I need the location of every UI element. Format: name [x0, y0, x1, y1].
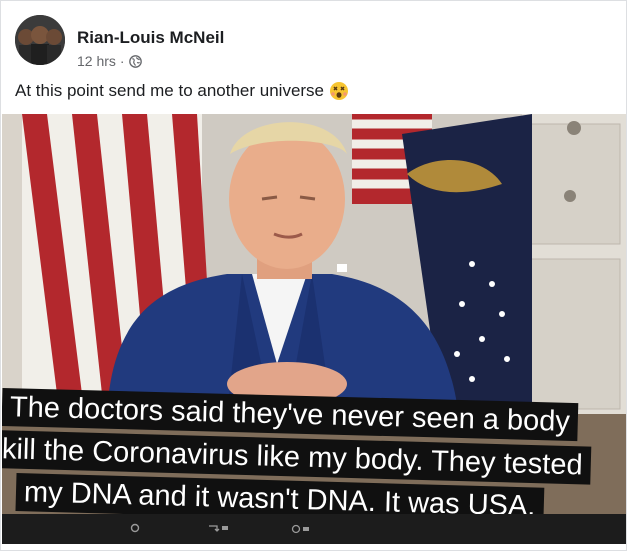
meta-separator: ·	[119, 53, 125, 69]
author-name[interactable]: Rian-Louis McNeil	[77, 28, 224, 48]
post-meta: 12 hrs ·	[77, 53, 142, 69]
post-time[interactable]: 12 hrs	[77, 53, 116, 69]
facebook-post: Rian-Louis McNeil 12 hrs · At this point…	[0, 0, 627, 551]
dizzy-face-emoji	[330, 82, 349, 100]
comment-icon	[130, 523, 140, 533]
image-reaction-strip	[2, 514, 626, 544]
avatar-image	[15, 15, 65, 65]
heart-icon	[291, 524, 309, 534]
post-image[interactable]: The doctors said they've never seen a bo…	[2, 114, 626, 544]
avatar[interactable]	[15, 15, 65, 65]
caption-text: At this point send me to another univers…	[15, 81, 325, 100]
globe-icon[interactable]	[128, 54, 142, 68]
share-icon	[209, 525, 228, 532]
post-caption: At this point send me to another univers…	[15, 81, 349, 101]
